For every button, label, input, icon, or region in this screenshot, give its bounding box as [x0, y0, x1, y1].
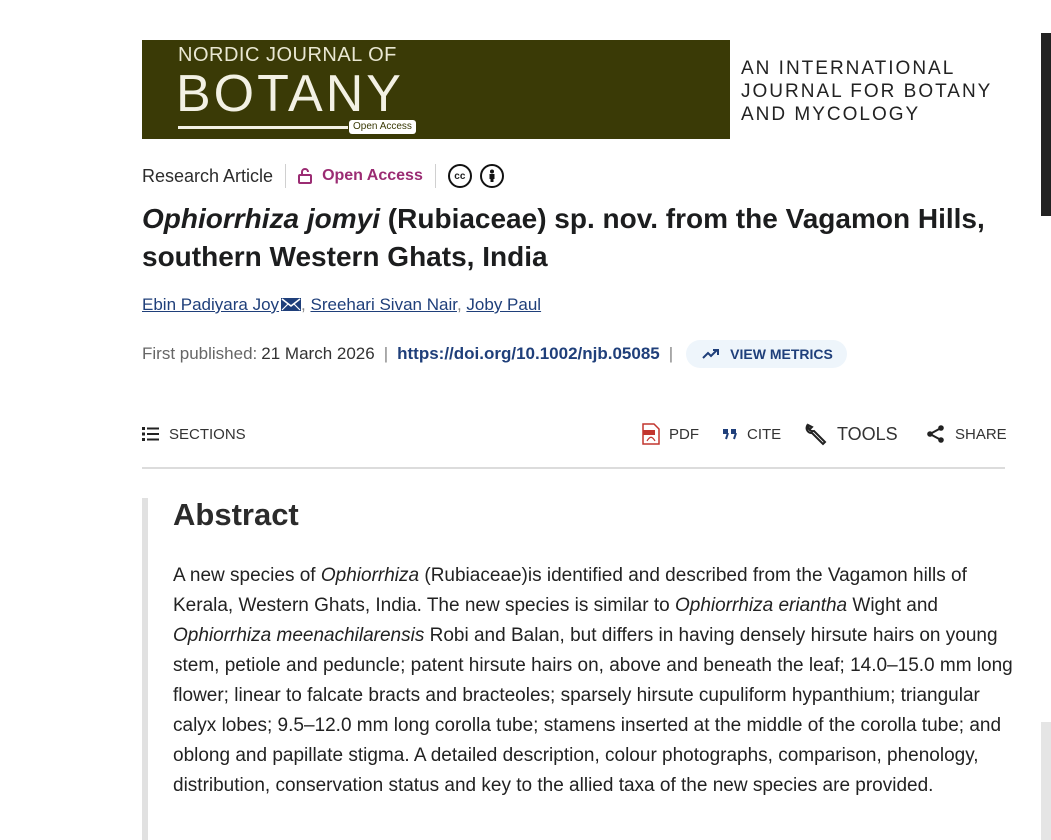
title-species: Ophiorrhiza jomyi	[142, 203, 381, 234]
abstract-text-segment: A new species of	[173, 565, 321, 586]
publication-info: First published: 21 March 2026 | https:/…	[142, 339, 847, 369]
right-edge-scrollbar[interactable]	[1041, 722, 1051, 840]
article-type: Research Article	[142, 165, 274, 186]
cite-label: CITE	[747, 425, 782, 443]
view-metrics-button[interactable]: VIEW METRICS	[686, 340, 847, 368]
author-link[interactable]: Sreehari Sivan Nair	[310, 295, 456, 314]
author-separator: ,	[456, 295, 467, 314]
abstract-heading: Abstract	[173, 497, 299, 532]
tagline-line2: JOURNAL FOR BOTANY	[741, 81, 993, 102]
pdf-button[interactable]: PDF	[642, 418, 699, 450]
toolbar-divider	[142, 467, 1005, 469]
share-icon	[927, 425, 944, 443]
cite-button[interactable]: CITE	[722, 418, 781, 450]
open-access-link[interactable]: Open Access	[298, 167, 423, 185]
first-published-label: First published:	[142, 344, 258, 363]
trending-up-icon	[702, 349, 720, 359]
pdf-label: PDF	[669, 425, 699, 443]
divider: |	[668, 344, 674, 363]
email-icon[interactable]	[281, 298, 302, 311]
quote-icon	[723, 429, 737, 440]
divider: |	[383, 344, 389, 363]
author-list: Ebin Padiyara Joy, Sreehari Sivan Nair, …	[142, 295, 541, 315]
pdf-file-icon	[642, 423, 660, 445]
share-label: SHARE	[955, 425, 1007, 443]
banner-line2: BOTANY	[176, 65, 404, 123]
list-icon	[142, 427, 159, 441]
publish-date: 21 March 2026	[261, 344, 375, 363]
view-metrics-label: VIEW METRICS	[730, 346, 833, 362]
journal-banner-logo[interactable]: NORDIC JOURNAL OF BOTANY Open Access	[142, 40, 730, 139]
abstract-text-segment: Wight and	[847, 595, 938, 616]
tools-label: TOOLS	[837, 423, 898, 444]
sections-button[interactable]: SECTIONS	[142, 418, 246, 450]
tagline-line3: AND MYCOLOGY	[741, 104, 921, 125]
doi-link[interactable]: https://doi.org/10.1002/njb.05085	[397, 344, 660, 364]
by-icon	[479, 164, 504, 188]
banner-underline	[178, 126, 348, 129]
article-toolbar: SECTIONS PDF CITE TOOLS SHARE	[142, 418, 1007, 450]
sections-label: SECTIONS	[169, 425, 246, 443]
open-access-label: Open Access	[322, 167, 423, 184]
author-link[interactable]: Ebin Padiyara Joy	[142, 295, 279, 314]
tagline-line1: AN INTERNATIONAL	[741, 58, 956, 79]
divider	[285, 164, 287, 188]
lock-icon	[298, 168, 313, 184]
abstract-taxon-name: Ophiorrhiza	[320, 565, 420, 586]
article-meta-row: Research Article Open Access cc	[142, 163, 504, 189]
journal-tagline: AN INTERNATIONAL JOURNAL FOR BOTANY AND …	[741, 57, 992, 126]
abstract-text: A new species of Ophiorrhiza (Rubiaceae)…	[173, 561, 1013, 801]
cc-icon: cc	[447, 164, 472, 188]
abstract-text-segment: Robi and Balan, but differs in having de…	[173, 625, 1013, 796]
right-edge-panel	[1041, 33, 1051, 216]
share-button[interactable]: SHARE	[926, 418, 1007, 450]
abstract-taxon-name: Ophiorrhiza meenachilarensis	[173, 625, 425, 646]
banner-open-access-badge: Open Access	[349, 120, 416, 134]
article-title: Ophiorrhiza jomyi (Rubiaceae) sp. nov. f…	[142, 200, 1012, 276]
abstract-left-border	[142, 498, 148, 840]
tools-button[interactable]: TOOLS	[804, 418, 898, 450]
license-icons[interactable]: cc	[447, 164, 504, 188]
abstract-taxon-name: Ophiorrhiza eriantha	[674, 595, 848, 616]
author-link[interactable]: Joby Paul	[466, 295, 541, 314]
divider	[434, 164, 436, 188]
wrench-icon	[805, 423, 827, 446]
